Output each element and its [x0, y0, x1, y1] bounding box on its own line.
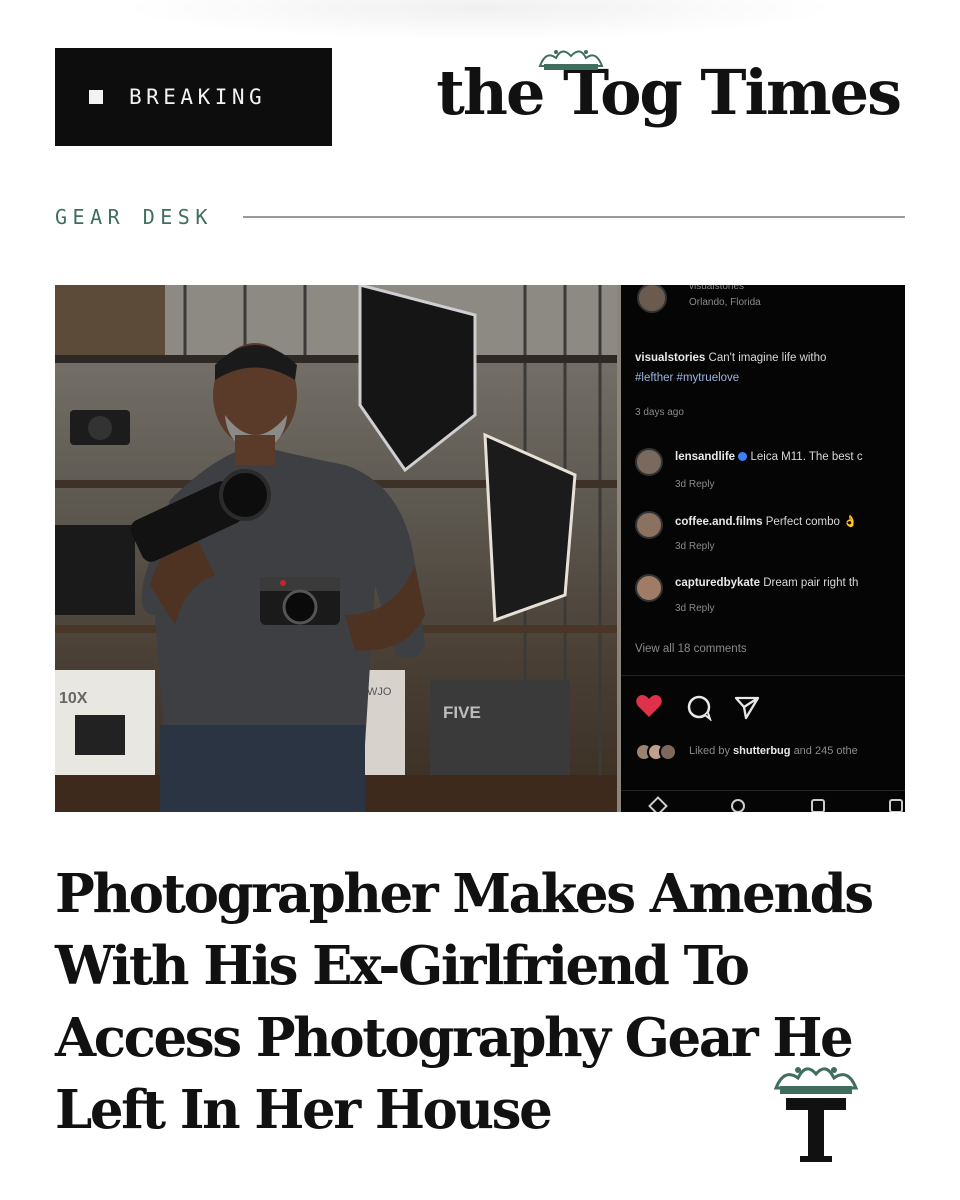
search-icon[interactable]: [731, 799, 745, 812]
box-label-five: FIVE: [443, 703, 481, 722]
comment-meta[interactable]: 3d Reply: [675, 603, 714, 614]
comment-icon[interactable]: [685, 693, 713, 721]
comment-text: Perfect combo 👌: [765, 516, 858, 528]
breaking-badge: BREAKING: [55, 48, 332, 146]
comment-user[interactable]: capturedbykate: [675, 577, 760, 589]
comment-meta[interactable]: 3d Reply: [675, 479, 714, 490]
top-shadow: [120, 0, 840, 40]
liked-avatars: [635, 743, 685, 761]
comment-text: Dream pair right th: [763, 577, 859, 589]
liked-user[interactable]: shutterbug: [733, 745, 790, 757]
comment-meta[interactable]: 3d Reply: [675, 541, 714, 552]
verified-icon: [738, 452, 748, 462]
caption: visualstories Can't imagine life witho: [635, 352, 826, 364]
section-rule: [242, 216, 905, 218]
masthead-name: the Tog Times: [436, 56, 902, 129]
square-icon: [89, 90, 103, 104]
comment-avatar: [635, 574, 663, 602]
box-label-10x: 10X: [59, 690, 88, 707]
comment-avatar: [635, 448, 663, 476]
posted-time: 3 days ago: [635, 407, 684, 418]
view-all-comments[interactable]: View all 18 comments: [635, 643, 747, 655]
comment: lensandlife Leica M11. The best c: [675, 451, 863, 463]
liked-prefix: Liked by: [689, 745, 730, 757]
divider: [621, 675, 905, 676]
breaking-label: BREAKING: [129, 85, 267, 109]
comment: capturedbykate Dream pair right th: [675, 577, 858, 589]
masthead: the Tog Times: [436, 48, 902, 138]
caption-text: Can't imagine life witho: [708, 352, 827, 364]
box-label-wjo: WJO: [367, 686, 392, 698]
tog-times-logo: [773, 1067, 859, 1162]
header-avatar: [637, 285, 667, 313]
header-location: Orlando, Florida: [689, 297, 761, 308]
home-icon[interactable]: [648, 796, 668, 812]
header-user: visualstories: [689, 285, 745, 292]
liked-by: Liked by shutterbug and 245 othe: [689, 745, 858, 757]
studio-photo: 10X FIVE WJO: [55, 285, 617, 812]
section-header: GEAR DESK: [55, 200, 905, 234]
crown-icon: [538, 50, 604, 70]
instagram-post-panel: visualstories Orlando, Florida visualsto…: [617, 285, 905, 812]
liked-suffix: and 245 othe: [793, 745, 858, 757]
share-icon[interactable]: [733, 693, 761, 721]
reels-icon[interactable]: [811, 799, 825, 812]
comment-text: Leica M11. The best c: [750, 451, 863, 463]
section-label: GEAR DESK: [55, 205, 213, 229]
comment-avatar: [635, 511, 663, 539]
bottom-nav: [621, 790, 905, 812]
comment: coffee.and.films Perfect combo 👌: [675, 514, 857, 528]
studio-illustration: 10X FIVE WJO: [55, 285, 617, 812]
comment-user[interactable]: coffee.and.films: [675, 516, 763, 528]
caption-user[interactable]: visualstories: [635, 352, 705, 364]
comment-user[interactable]: lensandlife: [675, 451, 735, 463]
hero-image: 10X FIVE WJO visualstories Orlando, Flor…: [55, 285, 905, 812]
shop-icon[interactable]: [889, 799, 903, 812]
caption-hashtags[interactable]: #lefther #mytruelove: [635, 372, 739, 384]
heart-icon[interactable]: [635, 693, 663, 719]
